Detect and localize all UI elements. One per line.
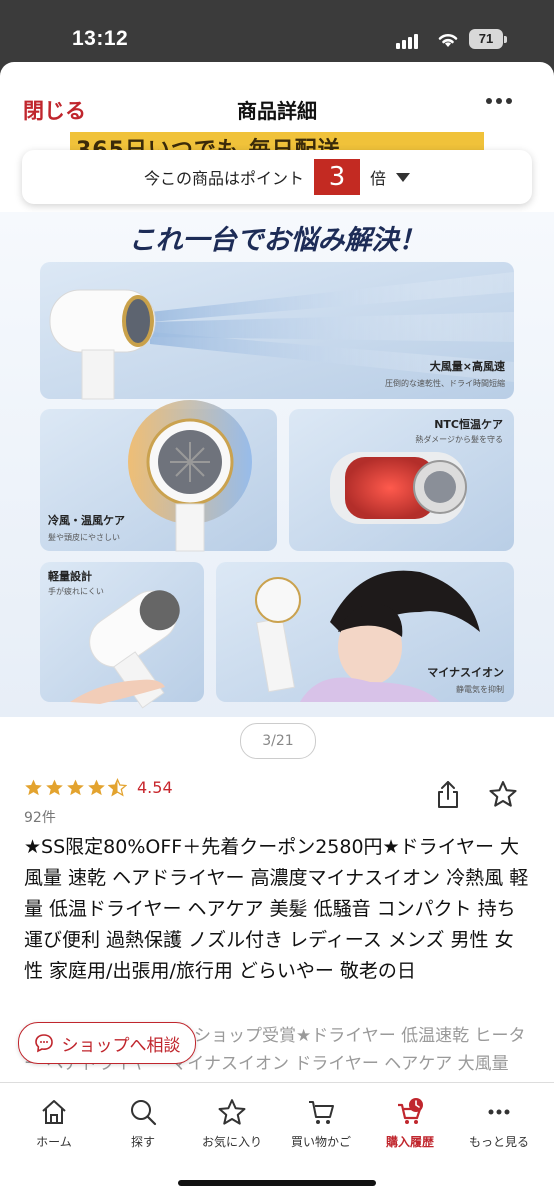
rating-value: 4.54 <box>137 778 173 797</box>
points-banner[interactable]: 今この商品はポイント 3 倍 <box>22 150 532 204</box>
feature-title: NTC恒温ケア <box>434 417 503 431</box>
feature-desc: 髪や頭皮にやさしい <box>48 532 120 542</box>
star-icon <box>88 779 105 796</box>
tab-home-label: ホーム <box>36 1135 72 1149</box>
sheet-header: 閉じる 商品詳細 <box>0 62 554 134</box>
status-bar: 13:12 71 <box>0 0 554 62</box>
chat-icon <box>34 1034 53 1053</box>
page-title: 商品詳細 <box>237 99 317 123</box>
feature-card-airflow: 大風量×高風速 圧倒的な速乾性、ドライ時間短縮 <box>40 262 514 400</box>
feature-card-lightweight: 軽量設計 手が疲れにくい <box>40 562 204 709</box>
product-image[interactable]: これ一台でお悩み解決！ 大風量×高風速 圧倒的な速乾性、ドライ時間短縮 冷風・温… <box>0 212 554 717</box>
favorite-star-icon[interactable] <box>488 779 518 809</box>
review-count[interactable]: 92件 <box>24 807 56 827</box>
star-icon <box>218 1099 246 1125</box>
promo-headline: これ一台でお悩み解決！ <box>129 225 426 256</box>
feature-title: 冷風・温風ケア <box>48 513 125 527</box>
tab-favorites-label: お気に入り <box>201 1135 262 1149</box>
more-menu-icon[interactable] <box>486 98 512 104</box>
battery-icon: 71 <box>469 29 507 49</box>
feature-title: 大風量×高風速 <box>430 359 505 373</box>
points-suffix: 倍 <box>370 169 387 188</box>
star-icon <box>25 779 42 796</box>
feature-card-ion: マイナスイオン 静電気を抑制 <box>216 562 514 702</box>
tab-history-label: 購入履歴 <box>385 1135 434 1149</box>
history-icon <box>398 1098 423 1124</box>
feature-desc: 静電気を抑制 <box>456 684 504 694</box>
feature-desc: 手が疲れにくい <box>48 586 104 596</box>
star-icon <box>46 779 63 796</box>
rating-stars[interactable]: 4.54 <box>24 778 173 797</box>
tab-more-label: もっと見る <box>468 1135 529 1149</box>
wifi-icon <box>438 34 458 47</box>
tab-more[interactable]: もっと見る <box>453 1097 545 1150</box>
feature-desc: 熱ダメージから髪を守る <box>415 434 503 444</box>
tab-search-label: 探す <box>130 1135 155 1149</box>
clock: 13:12 <box>72 27 129 50</box>
image-pager: 3/21 <box>240 723 316 759</box>
points-multiplier: 3 <box>314 159 360 195</box>
contact-shop-button[interactable]: ショップへ相談 <box>18 1022 196 1064</box>
feature-desc: 圧倒的な速乾性、ドライ時間短縮 <box>385 378 505 388</box>
more-icon <box>488 1109 510 1115</box>
star-half-icon <box>108 778 127 797</box>
home-indicator[interactable] <box>178 1180 376 1186</box>
product-title: ★SS限定80%OFF＋先着クーポン2580円★ドライヤー 大風量 速乾 ヘアド… <box>24 836 529 982</box>
search-icon <box>131 1100 157 1126</box>
cart-icon <box>309 1101 334 1124</box>
star-icon <box>67 779 84 796</box>
tab-search[interactable]: 探す <box>97 1097 189 1150</box>
share-icon[interactable] <box>435 779 461 809</box>
feature-title: マイナスイオン <box>427 666 504 679</box>
product-sheet: 閉じる 商品詳細 365日いつでも 毎日配送 今この商品はポイント 3 倍 これ… <box>0 62 554 1200</box>
feature-card-cool-warm: 冷風・温風ケア 髪や頭皮にやさしい <box>40 400 277 552</box>
tab-favorites[interactable]: お気に入り <box>186 1097 278 1150</box>
chevron-down-icon[interactable] <box>396 172 411 182</box>
tab-home[interactable]: ホーム <box>8 1097 100 1150</box>
home-icon <box>42 1100 66 1124</box>
feature-title: 軽量設計 <box>48 569 92 583</box>
tab-cart-label: 買い物かご <box>290 1135 351 1149</box>
signal-icon <box>396 34 418 49</box>
feature-card-ntc: NTC恒温ケア 熱ダメージから髪を守る <box>289 409 514 551</box>
tab-history[interactable]: 購入履歴 <box>364 1097 456 1150</box>
points-prefix: 今この商品はポイント <box>143 169 304 188</box>
contact-shop-label: ショップへ相談 <box>61 1035 181 1056</box>
tab-cart[interactable]: 買い物かご <box>275 1097 367 1150</box>
